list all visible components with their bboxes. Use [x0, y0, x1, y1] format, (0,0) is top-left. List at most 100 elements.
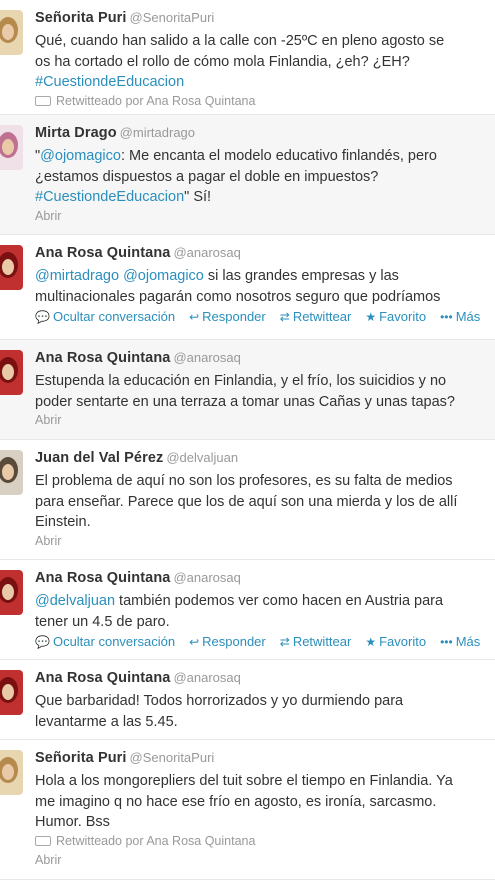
- expand-link[interactable]: Abrir: [35, 853, 495, 871]
- author-name[interactable]: Señorita Puri: [35, 750, 127, 766]
- hide-conversation-button[interactable]: 💬 Ocultar conversación: [35, 309, 175, 324]
- tweet-content: Juan del Val Pérez @delvaljuan El problema…: [35, 449, 495, 552]
- tweet-item[interactable]: Señorita Puri @SenoritaPuri Qué, cuando ha…: [0, 0, 495, 115]
- favorite-button[interactable]: ★ Favorito: [365, 634, 426, 649]
- avatar[interactable]: [0, 125, 23, 170]
- tweet-text: Qué, cuando han salido a la calle con -2…: [35, 31, 495, 93]
- tweet-item[interactable]: Ana Rosa Quintana @anarosaq Que barbaridad…: [0, 660, 495, 740]
- author-name[interactable]: Ana Rosa Quintana: [35, 670, 170, 686]
- tweet-text: "@ojomagico: Me encanta el modelo educat…: [35, 146, 495, 208]
- tweet-text-line: poder sentarte en una terraza a tomar un…: [35, 392, 495, 413]
- author-handle[interactable]: @delvaljuan: [166, 450, 238, 465]
- retweeted-by[interactable]: Retwitteado por Ana Rosa Quintana: [35, 94, 495, 112]
- mention-link[interactable]: @delvaljuan: [35, 593, 115, 609]
- author-name[interactable]: Ana Rosa Quintana: [35, 245, 170, 261]
- reply-label: Responder: [202, 309, 266, 324]
- reply-icon: ↩: [189, 310, 200, 324]
- tweet-item[interactable]: Mirta Drago @mirtadrago "@ojomagico: Me en…: [0, 115, 495, 235]
- avatar[interactable]: [0, 450, 23, 495]
- text-segment: poder sentarte en una terraza a tomar un…: [35, 393, 455, 410]
- avatar[interactable]: [0, 750, 23, 795]
- tweet-text-line: @mirtadrago @ojomagico si las grandes em…: [35, 266, 495, 287]
- author-name[interactable]: Ana Rosa Quintana: [35, 570, 170, 586]
- author-handle[interactable]: @SenoritaPuri: [130, 10, 215, 25]
- tweet-item[interactable]: Juan del Val Pérez @delvaljuan El problema…: [0, 440, 495, 560]
- avatar[interactable]: [0, 670, 23, 715]
- hide-conversation-label: Ocultar conversación: [52, 309, 176, 324]
- hashtag-link[interactable]: #CuestiondeEducacion: [35, 189, 184, 205]
- tweet-content: Ana Rosa Quintana @anarosaq Estupenda la e…: [35, 349, 495, 431]
- retweet-button[interactable]: ⇄ Retwittear: [280, 309, 352, 324]
- tweet-text-line: ¿estamos dispuestos a pagar el doble en …: [35, 167, 495, 188]
- more-icon: •••: [440, 310, 453, 324]
- tweet-content: Ana Rosa Quintana @anarosaq @delvaljuan ta…: [35, 569, 495, 652]
- tweet-item[interactable]: Señorita Puri @SenoritaPuri Hola a los mon…: [0, 740, 495, 880]
- retweet-icon: ⇄: [279, 635, 290, 649]
- tweet-text: Estupenda la educación en Finlandia, y e…: [35, 371, 495, 412]
- retweet-icon: [35, 95, 51, 106]
- tweet-item[interactable]: Ana Rosa Quintana @anarosaq @mirtadrago @o…: [0, 235, 495, 340]
- text-segment: os ha cortado el rollo de cómo mola Finl…: [35, 53, 410, 70]
- tweet-text: @delvaljuan también podemos ver como hac…: [35, 591, 495, 632]
- retweet-button[interactable]: ⇄ Retwittear: [280, 634, 352, 649]
- text-segment: me imagino q no hace ese frío en agosto,…: [35, 793, 437, 810]
- avatar[interactable]: [0, 245, 23, 290]
- tweet-text-line: para enseñar. Parece que los de aquí son…: [35, 492, 495, 513]
- hide-conversation-button[interactable]: 💬 Ocultar conversación: [35, 634, 175, 649]
- author-handle[interactable]: @anarosaq: [173, 245, 240, 260]
- tweet-text-line: me imagino q no hace ese frío en agosto,…: [35, 792, 495, 813]
- tweet-text-line: Que barbaridad! Todos horrorizados y yo …: [35, 691, 495, 712]
- favorite-button[interactable]: ★ Favorito: [365, 309, 426, 324]
- text-segment: ¿estamos dispuestos a pagar el doble en …: [35, 168, 379, 185]
- expand-label: Abrir: [35, 208, 62, 223]
- tweet-header: Señorita Puri @SenoritaPuri: [35, 9, 495, 29]
- reply-label: Responder: [202, 634, 266, 649]
- expand-link[interactable]: Abrir: [35, 209, 495, 227]
- text-segment: para enseñar. Parece que los de aquí son…: [35, 493, 458, 510]
- tweet-content: Señorita Puri @SenoritaPuri Hola a los mon…: [35, 749, 495, 871]
- author-name[interactable]: Mirta Drago: [35, 125, 117, 141]
- tweet-header: Ana Rosa Quintana @anarosaq: [35, 244, 495, 264]
- favorite-label: Favorito: [379, 634, 427, 649]
- mention-link[interactable]: @ojomagico: [123, 268, 204, 284]
- author-name[interactable]: Ana Rosa Quintana: [35, 350, 170, 366]
- tweet-text-line: #CuestiondeEducacion" Sí!: [35, 187, 495, 208]
- text-segment: multinacionales pagarán como nosotros se…: [35, 288, 441, 305]
- author-handle[interactable]: @anarosaq: [173, 350, 240, 365]
- retweeted-by-label: Retwitteado por Ana Rosa Quintana: [56, 833, 256, 848]
- author-handle[interactable]: @mirtadrago: [120, 125, 195, 140]
- more-button[interactable]: ••• Más: [440, 634, 480, 649]
- mention-link[interactable]: @ojomagico: [40, 148, 121, 164]
- more-button[interactable]: ••• Más: [440, 309, 480, 324]
- tweet-text-line: #CuestiondeEducacion: [35, 72, 495, 93]
- tweet-content: Ana Rosa Quintana @anarosaq @mirtadrago @o…: [35, 244, 495, 327]
- reply-button[interactable]: ↩ Responder: [189, 634, 266, 649]
- expand-link[interactable]: Abrir: [35, 534, 495, 552]
- retweet-label: Retwittear: [292, 634, 352, 649]
- tweet-item[interactable]: Ana Rosa Quintana @anarosaq @delvaljuan ta…: [0, 560, 495, 660]
- retweeted-by[interactable]: Retwitteado por Ana Rosa Quintana: [35, 834, 495, 852]
- mention-link[interactable]: @mirtadrago: [35, 268, 119, 284]
- hashtag-link[interactable]: #CuestiondeEducacion: [35, 74, 184, 90]
- avatar[interactable]: [0, 10, 23, 55]
- text-segment: Qué, cuando han salido a la calle con -2…: [35, 33, 445, 49]
- tweet-text-line: os ha cortado el rollo de cómo mola Finl…: [35, 52, 495, 73]
- tweet-text-line: @delvaljuan también podemos ver como hac…: [35, 591, 495, 612]
- reply-icon: ↩: [189, 635, 200, 649]
- reply-button[interactable]: ↩ Responder: [189, 309, 266, 324]
- favorite-icon: ★: [365, 635, 377, 649]
- expand-link[interactable]: Abrir: [35, 413, 495, 431]
- tweet-header: Ana Rosa Quintana @anarosaq: [35, 669, 495, 689]
- avatar-image: [0, 670, 23, 715]
- tweet-item[interactable]: Ana Rosa Quintana @anarosaq Estupenda la e…: [0, 340, 495, 440]
- author-handle[interactable]: @anarosaq: [173, 570, 240, 585]
- tweet-text-line: Hola a los mongorepliers del tuit sobre …: [35, 771, 495, 792]
- avatar[interactable]: [0, 350, 23, 395]
- author-name[interactable]: Juan del Val Pérez: [35, 450, 163, 466]
- author-handle[interactable]: @SenoritaPuri: [130, 750, 215, 765]
- tweet-header: Juan del Val Pérez @delvaljuan: [35, 449, 495, 469]
- avatar[interactable]: [0, 570, 23, 615]
- author-handle[interactable]: @anarosaq: [173, 670, 240, 685]
- tweet-header: Mirta Drago @mirtadrago: [35, 124, 495, 144]
- author-name[interactable]: Señorita Puri: [35, 10, 127, 26]
